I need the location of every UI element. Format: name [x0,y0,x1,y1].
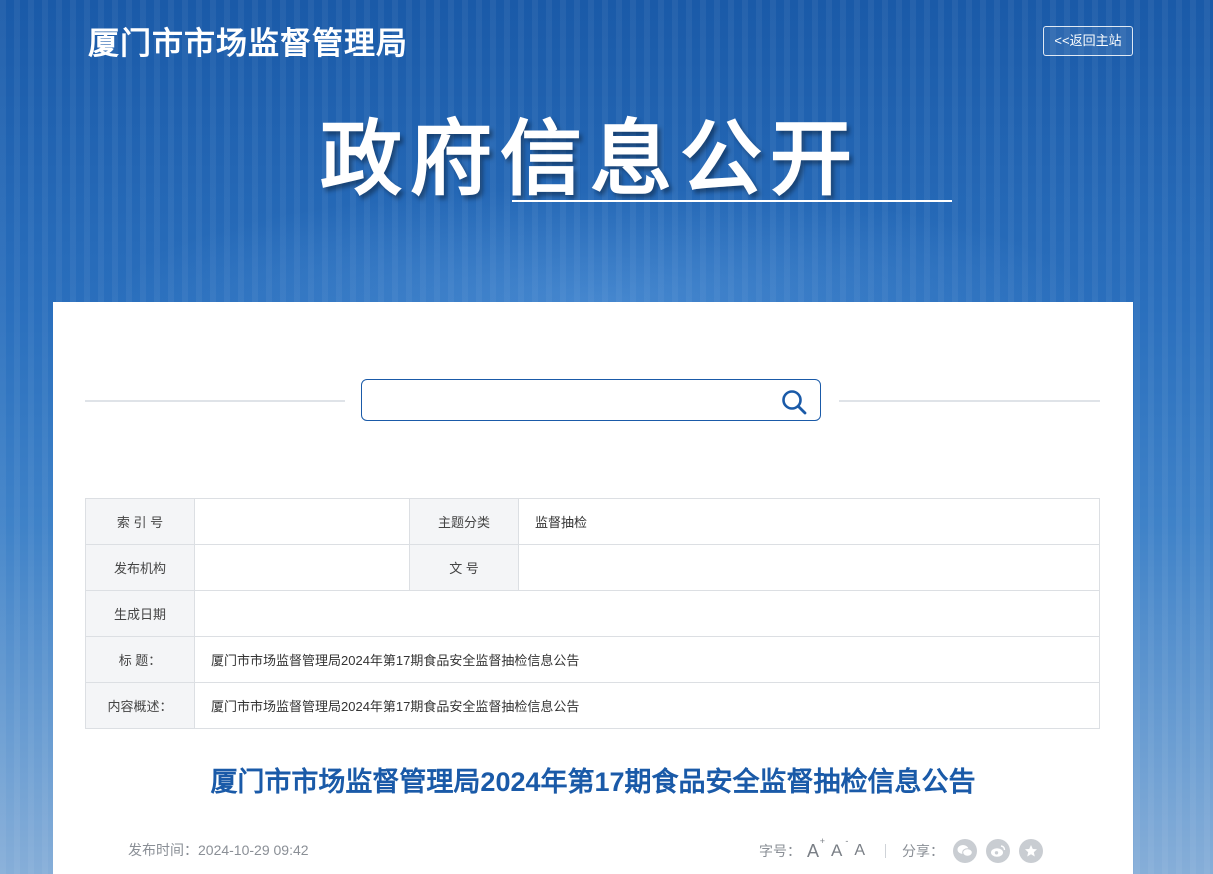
publish-time: 发布时间：2024-10-29 09:42 [128,842,309,858]
search-input[interactable] [372,380,776,420]
table-row: 索 引 号 主题分类 监督抽检 [85,498,1100,545]
font-size-medium-button[interactable]: A- [831,836,848,861]
article-title: 厦门市市场监督管理局2024年第17期食品安全监督抽检信息公告 [210,767,976,797]
search-icon[interactable] [780,388,808,416]
font-size-small-button[interactable]: A [854,842,865,860]
font-large-glyph: A [807,840,820,861]
publisher-value [194,544,410,591]
summary-label: 内容概述： [85,682,195,729]
content-panel: 索 引 号 主题分类 监督抽检 发布机构 文 号 生成日期 标 题： 厦门市市场… [53,302,1133,874]
wechat-icon [957,845,973,857]
plus-icon: + [819,835,826,846]
table-row: 内容概述： 厦门市市场监督管理局2024年第17期食品安全监督抽检信息公告 [85,682,1100,729]
topic-label: 主题分类 [409,498,519,545]
weibo-icon [991,845,1006,857]
favorite-share-button[interactable] [1019,839,1044,863]
index-value [194,498,410,545]
summary-value: 厦门市市场监督管理局2024年第17期食品安全监督抽检信息公告 [194,682,1100,729]
title-value: 厦门市市场监督管理局2024年第17期食品安全监督抽检信息公告 [194,636,1100,683]
table-row: 发布机构 文 号 [85,544,1100,591]
banner-title: 政府信息公开 [320,114,861,205]
title-label: 标 题： [85,636,195,683]
search-box [361,379,821,421]
table-row: 标 题： 厦门市市场监督管理局2024年第17期食品安全监督抽检信息公告 [85,636,1100,683]
index-label: 索 引 号 [85,498,195,545]
search-divider-right [839,400,1100,402]
site-title: 厦门市市场监督管理局 [88,26,408,61]
docno-label: 文 号 [409,544,519,591]
font-medium-glyph: A [831,841,843,860]
article-tools: 字号： A + A- A 分享： [759,836,1044,865]
topic-value: 监督抽检 [518,498,1100,545]
search-divider-left [85,400,345,402]
share-label: 分享： [902,843,945,859]
date-value [194,590,1100,637]
document-metadata-table: 索 引 号 主题分类 监督抽检 发布机构 文 号 生成日期 标 题： 厦门市市场… [85,498,1100,729]
return-main-site-button[interactable]: <<返回主站 [1043,26,1133,56]
font-size-label: 字号： [759,843,801,859]
wechat-share-button[interactable] [953,839,978,863]
date-label: 生成日期 [85,590,195,637]
minus-icon: - [845,836,849,846]
tools-divider [885,844,887,858]
star-icon [1025,845,1038,857]
docno-value [518,544,1100,591]
weibo-share-button[interactable] [986,839,1011,863]
banner-underline [512,200,952,202]
font-size-large-button[interactable]: A + [807,836,825,862]
publisher-label: 发布机构 [85,544,195,591]
table-row: 生成日期 [85,590,1100,637]
